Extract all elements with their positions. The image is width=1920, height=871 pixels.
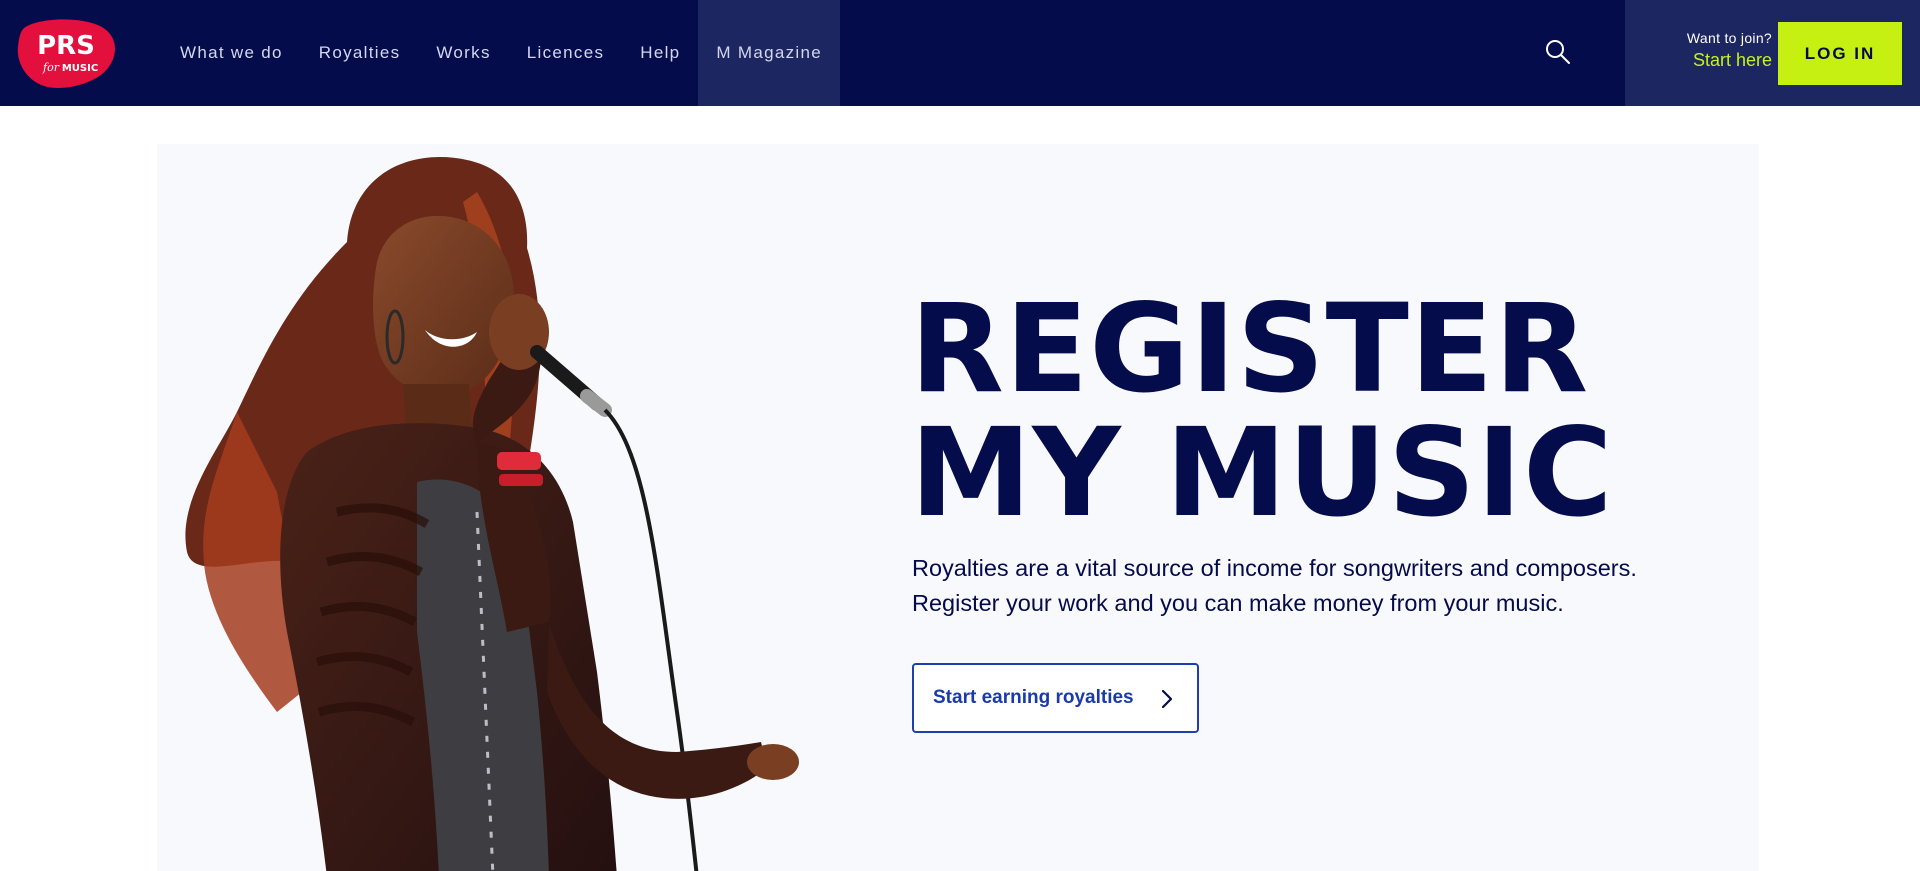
join-label: Want to join? — [1686, 30, 1772, 46]
nav-item-royalties[interactable]: Royalties — [301, 0, 419, 106]
nav-item-help[interactable]: Help — [622, 0, 698, 106]
hero-description: Royalties are a vital source of income f… — [912, 551, 1732, 621]
singer-with-microphone-photo — [177, 152, 837, 871]
hero-section: REGISTER MY MUSIC Royalties are a vital … — [157, 144, 1759, 871]
svg-text:for: for — [42, 61, 60, 74]
join-panel: Want to join? Start here LOG IN — [1625, 0, 1920, 106]
join-prompt: Want to join? Start here — [1652, 30, 1772, 71]
chevron-right-icon — [1159, 689, 1175, 709]
description-line-1: Royalties are a vital source of income f… — [912, 555, 1637, 581]
nav-item-licences[interactable]: Licences — [509, 0, 623, 106]
main-nav: What we do Royalties Works Licences Help… — [162, 0, 841, 106]
search-icon[interactable] — [1544, 38, 1572, 66]
svg-text:PRS: PRS — [37, 31, 95, 61]
title-line-1: REGISTER — [910, 278, 1590, 420]
nav-item-works[interactable]: Works — [418, 0, 508, 106]
title-line-2: MY MUSIC — [910, 402, 1614, 544]
nav-item-m-magazine[interactable]: M Magazine — [698, 0, 841, 106]
start-here-link[interactable]: Start here — [1652, 50, 1772, 71]
prs-for-music-logo[interactable]: PRS for MUSIC — [16, 16, 118, 90]
top-navigation-bar: PRS for MUSIC What we do Royalties Works… — [0, 0, 1920, 106]
page-title: REGISTER MY MUSIC — [910, 287, 1613, 535]
nav-item-what-we-do[interactable]: What we do — [162, 0, 301, 106]
start-earning-royalties-button[interactable]: Start earning royalties — [912, 663, 1199, 733]
cta-label: Start earning royalties — [933, 687, 1134, 708]
svg-text:MUSIC: MUSIC — [62, 63, 98, 74]
login-button[interactable]: LOG IN — [1778, 22, 1902, 85]
description-line-2: Register your work and you can make mone… — [912, 590, 1564, 616]
